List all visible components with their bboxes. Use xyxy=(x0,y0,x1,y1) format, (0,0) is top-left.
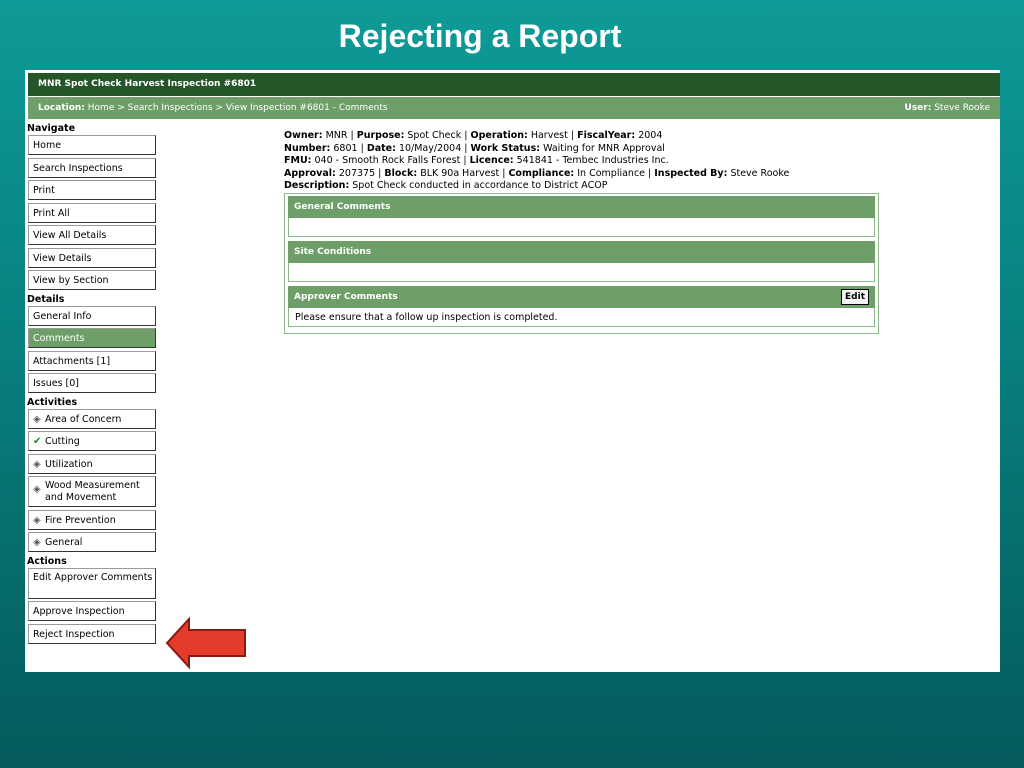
activity-general-button[interactable]: ◈ General xyxy=(28,532,156,552)
fmu-value: 040 - Smooth Rock Falls Forest xyxy=(314,155,461,166)
general-comments-body xyxy=(288,218,875,237)
approver-comments-heading: Approver Comments xyxy=(294,292,398,302)
arrow-shape xyxy=(165,617,246,669)
activity-label: Area of Concern xyxy=(45,413,122,425)
location-label: Location: xyxy=(38,103,85,113)
number-label: Number: xyxy=(284,142,331,154)
activity-label: General xyxy=(45,537,83,548)
activity-cutting-button[interactable]: ✔ Cutting xyxy=(28,431,156,451)
purpose-label: Purpose: xyxy=(356,130,405,141)
approver-comments-header: Approver Comments Edit xyxy=(288,286,875,308)
diamond-icon: ◈ xyxy=(33,413,41,425)
approval-label: Approval: xyxy=(284,167,336,179)
operation-value: Harvest xyxy=(530,130,568,141)
activity-area-of-concern-button[interactable]: ◈ Area of Concern xyxy=(28,408,156,429)
diamond-icon: ◈ xyxy=(33,537,41,548)
actions-heading: Actions xyxy=(27,555,67,567)
summary-line-1: Owner: MNR | Purpose: Spot Check | Opera… xyxy=(284,130,663,141)
site-conditions-heading: Site Conditions xyxy=(288,241,875,263)
user-name: Steve Rooke xyxy=(934,103,990,113)
site-conditions-body xyxy=(288,263,875,282)
description-value: Spot Check conducted in accordance to Di… xyxy=(352,180,608,191)
number-value: 6801 xyxy=(333,142,358,154)
edit-approver-comments-inline-button[interactable]: Edit xyxy=(841,289,869,305)
activity-utilization-button[interactable]: ◈ Utilization xyxy=(28,453,156,474)
work-status-value: Waiting for MNR Approval xyxy=(543,142,665,154)
compliance-label: Compliance: xyxy=(508,167,575,179)
comments-panel: General Comments Site Conditions Approve… xyxy=(284,193,879,334)
activity-label: Utilization xyxy=(45,458,93,470)
nav-print-all-button[interactable]: Print All xyxy=(28,202,156,223)
owner-label: Owner: xyxy=(284,130,323,141)
owner-value: MNR xyxy=(325,130,348,141)
description-label: Description: xyxy=(284,180,350,191)
slide-title: Rejecting a Report xyxy=(338,18,622,54)
red-left-arrow-icon xyxy=(165,617,246,669)
nav-search-inspections-button[interactable]: Search Inspections xyxy=(28,157,156,178)
inspection-summary: Owner: MNR | Purpose: Spot Check | Opera… xyxy=(284,130,789,193)
user-info: User: Steve Rooke xyxy=(905,97,990,119)
checkmark-icon: ✔ xyxy=(33,436,42,447)
location-bar: Location: Home > Search Inspections > Vi… xyxy=(28,97,1000,119)
operation-label: Operation: xyxy=(470,130,528,141)
block-value: BLK 90a Harvest xyxy=(420,167,500,179)
user-label: User: xyxy=(904,103,932,113)
sidebar: Navigate Home Search Inspections Print P… xyxy=(25,122,159,646)
activity-label: Fire Prevention xyxy=(45,514,116,526)
activities-heading: Activities xyxy=(27,396,78,408)
activity-label: Wood Measurement and Movement xyxy=(45,480,140,503)
details-issues-button[interactable]: Issues [0] xyxy=(28,373,156,393)
block-label: Block: xyxy=(384,167,418,179)
summary-line-2: Number: 6801 | Date: 10/May/2004 | Work … xyxy=(284,142,665,154)
compliance-value: In Compliance xyxy=(577,167,646,179)
breadcrumb[interactable]: Home > Search Inspections > View Inspect… xyxy=(88,103,388,113)
inspected-by-label: Inspected By: xyxy=(654,167,728,179)
purpose-value: Spot Check xyxy=(407,130,462,141)
fiscal-year-label: FiscalYear: xyxy=(577,130,636,141)
activity-wood-measurement-button[interactable]: ◈ Wood Measurement and Movement xyxy=(28,476,156,507)
date-value: 10/May/2004 xyxy=(398,142,462,154)
activity-fire-prevention-button[interactable]: ◈ Fire Prevention xyxy=(28,509,156,530)
nav-print-button[interactable]: Print xyxy=(28,180,156,200)
reject-inspection-button[interactable]: Reject Inspection xyxy=(28,623,156,644)
nav-home-button[interactable]: Home xyxy=(28,135,156,155)
general-comments-heading: General Comments xyxy=(288,196,875,218)
activity-label: Cutting xyxy=(45,436,80,447)
approval-value: 207375 xyxy=(338,167,376,179)
work-status-label: Work Status: xyxy=(470,142,541,154)
diamond-icon: ◈ xyxy=(33,458,41,470)
edit-approver-comments-button[interactable]: Edit Approver Comments xyxy=(28,567,156,599)
fmu-label: FMU: xyxy=(284,155,312,166)
approver-comments-body: Please ensure that a follow up inspectio… xyxy=(288,308,875,327)
nav-view-details-button[interactable]: View Details xyxy=(28,247,156,268)
details-attachments-button[interactable]: Attachments [1] xyxy=(28,350,156,371)
window-title: MNR Spot Check Harvest Inspection #6801 xyxy=(28,73,1000,96)
licence-value: 541841 - Tembec Industries Inc. xyxy=(516,155,669,166)
inspected-by-value: Steve Rooke xyxy=(730,167,790,179)
licence-label: Licence: xyxy=(469,155,514,166)
details-heading: Details xyxy=(27,293,65,305)
navigate-heading: Navigate xyxy=(27,123,76,134)
summary-line-3: FMU: 040 - Smooth Rock Falls Forest | Li… xyxy=(284,155,669,166)
details-comments-button[interactable]: Comments xyxy=(28,328,156,348)
details-general-info-button[interactable]: General Info xyxy=(28,305,156,326)
diamond-icon: ◈ xyxy=(33,484,41,495)
approve-inspection-button[interactable]: Approve Inspection xyxy=(28,601,156,621)
summary-line-5: Description: Spot Check conducted in acc… xyxy=(284,180,789,193)
app-screenshot: MNR Spot Check Harvest Inspection #6801 … xyxy=(25,70,1000,672)
nav-view-all-details-button[interactable]: View All Details xyxy=(28,225,156,245)
diamond-icon: ◈ xyxy=(33,514,41,526)
date-label: Date: xyxy=(366,142,396,154)
summary-line-4: Approval: 207375 | Block: BLK 90a Harves… xyxy=(284,167,790,179)
nav-view-by-section-button[interactable]: View by Section xyxy=(28,270,156,290)
fiscal-year-value: 2004 xyxy=(638,130,663,141)
